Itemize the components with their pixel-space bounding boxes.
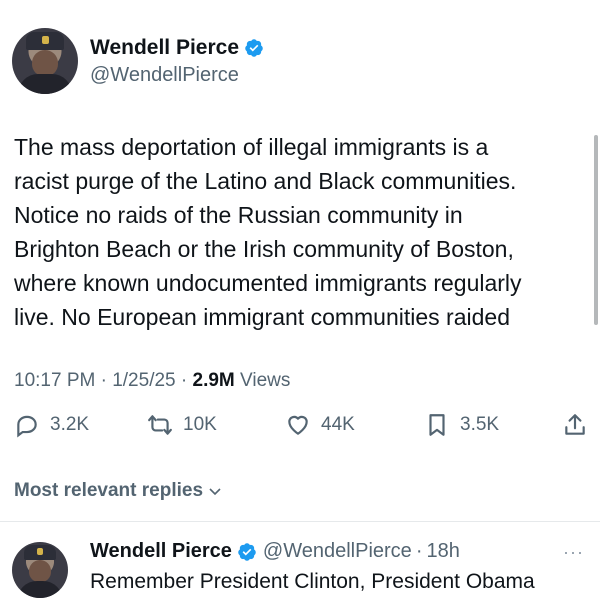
heart-icon [288,415,308,435]
tweet-text-line: where known undocumented immigrants regu… [14,270,522,296]
author-names: Wendell Pierce @WendellPierce [90,36,264,87]
author-display-name[interactable]: Wendell Pierce [90,36,239,60]
reply-tweet[interactable]: Wendell Pierce @WendellPierce · 18h ··· … [0,522,600,600]
share-icon [565,414,585,435]
reply-author-handle[interactable]: @WendellPierce [263,540,412,563]
replies-sort-dropdown[interactable]: Most relevant replies [14,480,223,502]
tweet-actions: 3.2K 10K 44K 3.5K [14,412,590,452]
bookmark-icon [429,414,445,436]
verified-badge-icon [238,542,256,561]
tweet-meta: 10:17 PM · 1/25/25 · 2.9M Views [14,370,290,392]
author-handle[interactable]: @WendellPierce [90,64,264,87]
views-count: 2.9M [192,370,235,391]
reply-text: Remember President Clinton, President Ob… [90,570,535,593]
views-label: Views [234,370,291,391]
reply-separator: · [415,540,423,562]
reply-count: 3.2K [50,414,90,435]
verified-badge-icon [245,38,263,57]
reply-button[interactable]: 3.2K [14,412,89,438]
tweet-header: Wendell Pierce @WendellPierce [12,26,264,96]
reply-icon [17,415,37,438]
tweet-text-line: live. No European immigrant communities … [14,304,510,330]
tweet-text-line: Brighton Beach or the Irish community of… [14,236,514,262]
author-avatar[interactable] [12,28,78,94]
tweet-text-line: racist purge of the Latino and Black com… [14,168,517,194]
more-options-icon[interactable]: ··· [563,542,584,563]
tweet-timestamp[interactable]: 10:17 PM · 1/25/25 · [14,370,193,391]
retweet-button[interactable]: 10K [147,412,217,438]
reply-header: Wendell Pierce @WendellPierce · 18h [90,540,460,563]
retweet-icon [148,415,172,435]
like-button[interactable]: 44K [285,412,355,438]
chevron-down-icon [209,488,221,496]
bookmark-button[interactable]: 3.5K [424,412,499,438]
reply-author-name[interactable]: Wendell Pierce [90,540,232,563]
reply-author-avatar[interactable] [12,542,68,598]
like-count: 44K [321,414,355,435]
bookmark-count: 3.5K [460,414,500,435]
tweet-text-line: The mass deportation of illegal immigran… [14,134,489,160]
reply-time[interactable]: 18h [426,540,459,563]
main-tweet: Wendell Pierce @WendellPierce The mass d… [0,0,600,520]
share-button[interactable] [562,412,588,438]
replies-sort-label: Most relevant replies [14,480,204,501]
tweet-text: The mass deportation of illegal immigran… [14,130,589,334]
retweet-count: 10K [183,414,217,435]
tweet-text-line: Notice no raids of the Russian community… [14,202,463,228]
